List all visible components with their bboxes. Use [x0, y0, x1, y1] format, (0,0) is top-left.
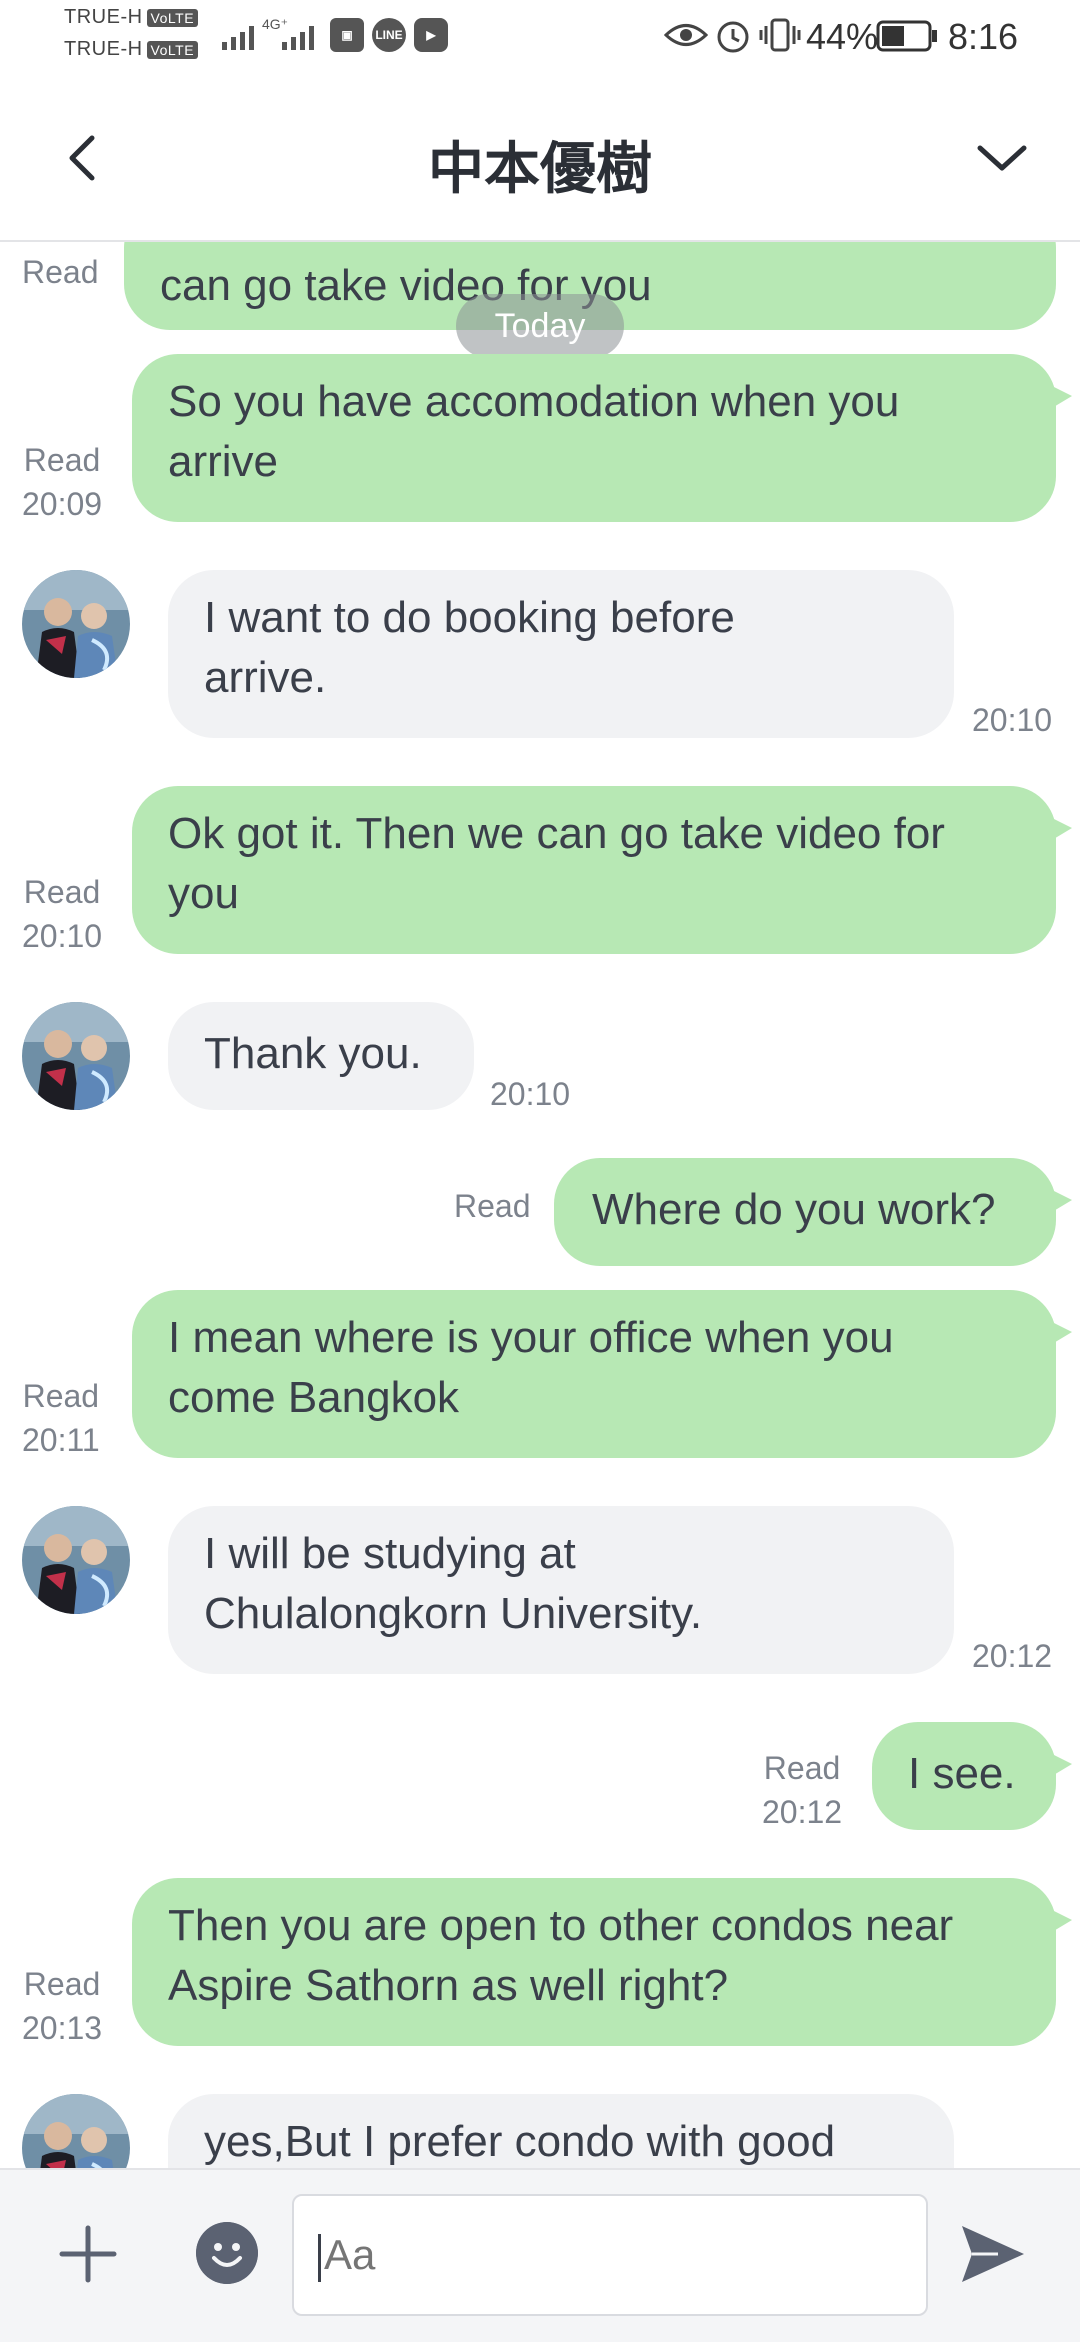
eye-icon [664, 24, 708, 46]
vibrate-icon [759, 18, 801, 52]
alarm-icon [717, 21, 749, 53]
message-input[interactable] [292, 2194, 928, 2316]
send-icon[interactable] [958, 2222, 1028, 2286]
read-status: Read 20:13 [22, 1966, 103, 2046]
read-status: Read 20:10 [22, 874, 103, 954]
battery-icon [876, 20, 937, 52]
carrier-1: TRUE-H VoLTE [64, 6, 199, 29]
outgoing-message[interactable]: Where do you work? [554, 1158, 1072, 1266]
outgoing-message[interactable]: I mean where is your office when you com… [132, 1290, 1072, 1458]
status-bar: TRUE-H VoLTE TRUE-H VoLTE 4G⁺ ▣ LINE ▶ 44%… [0, 0, 1080, 80]
chat-header: 中本優樹 [0, 80, 1080, 242]
outgoing-message[interactable]: I see. [872, 1722, 1072, 1830]
incoming-message[interactable]: I will be studying at Chulalongkorn Univ… [168, 1506, 954, 1674]
message-text: arrive [168, 437, 279, 486]
read-status: Read 20:11 [22, 1378, 100, 1458]
message-text: Ok got it. Then we can go take video for [168, 809, 945, 858]
outgoing-message[interactable]: Ok got it. Then we can go take video for… [132, 786, 1072, 954]
clock: 8:16 [948, 16, 1019, 57]
carrier-2: TRUE-H VoLTE [64, 38, 199, 61]
message-time: 20:10 [972, 702, 1053, 738]
message-time: 20:10 [490, 1076, 571, 1112]
battery-percent: 44% [806, 16, 879, 57]
emoji-icon[interactable] [196, 2222, 258, 2284]
text-cursor [318, 2234, 321, 2282]
message-text: arrive. [204, 653, 327, 702]
read-status: Read 20:12 [762, 1750, 843, 1830]
message-text: Where do you work? [592, 1185, 996, 1234]
message-text: yes,But I prefer condo with good [204, 2117, 836, 2166]
page-title: 中本優樹 [428, 137, 652, 200]
message-list[interactable]: Read can go take video for you Today Rea… [0, 242, 1080, 2168]
message-text: I mean where is your office when you [168, 1313, 894, 1362]
message-text: Thank you. [204, 1029, 422, 1078]
composer-bar [0, 2168, 1080, 2342]
message-text: So you have accomodation when you [168, 377, 900, 426]
message-text: Then you are open to other condos near [168, 1901, 954, 1950]
line-app-icon: LINE [372, 18, 406, 52]
avatar[interactable] [22, 1002, 130, 1110]
message-text: I want to do booking before [204, 593, 735, 642]
incoming-message[interactable]: yes,But I prefer condo with good [168, 2094, 954, 2168]
message-time: 20:12 [972, 1638, 1053, 1674]
incoming-message[interactable]: Thank you. [168, 1002, 474, 1110]
read-status: Read 20:09 [22, 442, 103, 522]
signal-icon [222, 22, 254, 50]
read-status: Read [22, 254, 99, 290]
date-badge: Today [456, 294, 624, 358]
youtube-icon: ▶ [414, 18, 448, 52]
message-text: you [168, 869, 239, 918]
message-text: I see. [908, 1749, 1016, 1798]
message-text: come Bangkok [168, 1373, 460, 1422]
outgoing-message[interactable]: So you have accomodation when you arrive [132, 354, 1072, 522]
read-status: Read [454, 1188, 531, 1224]
incoming-message[interactable]: I want to do booking before arrive. [168, 570, 954, 738]
message-text: I will be studying at [204, 1529, 576, 1578]
avatar[interactable] [22, 570, 130, 678]
photo-app-icon: ▣ [330, 18, 364, 52]
avatar[interactable] [22, 2094, 130, 2168]
message-text: Chulalongkorn University. [204, 1589, 703, 1638]
message-text: Aspire Sathorn as well right? [168, 1961, 729, 2010]
outgoing-message[interactable]: Then you are open to other condos near A… [132, 1878, 1072, 2046]
signal-icon-2 [282, 22, 314, 50]
plus-icon[interactable] [56, 2222, 120, 2286]
chevron-down-icon[interactable] [972, 128, 1032, 188]
avatar[interactable] [22, 1506, 130, 1614]
